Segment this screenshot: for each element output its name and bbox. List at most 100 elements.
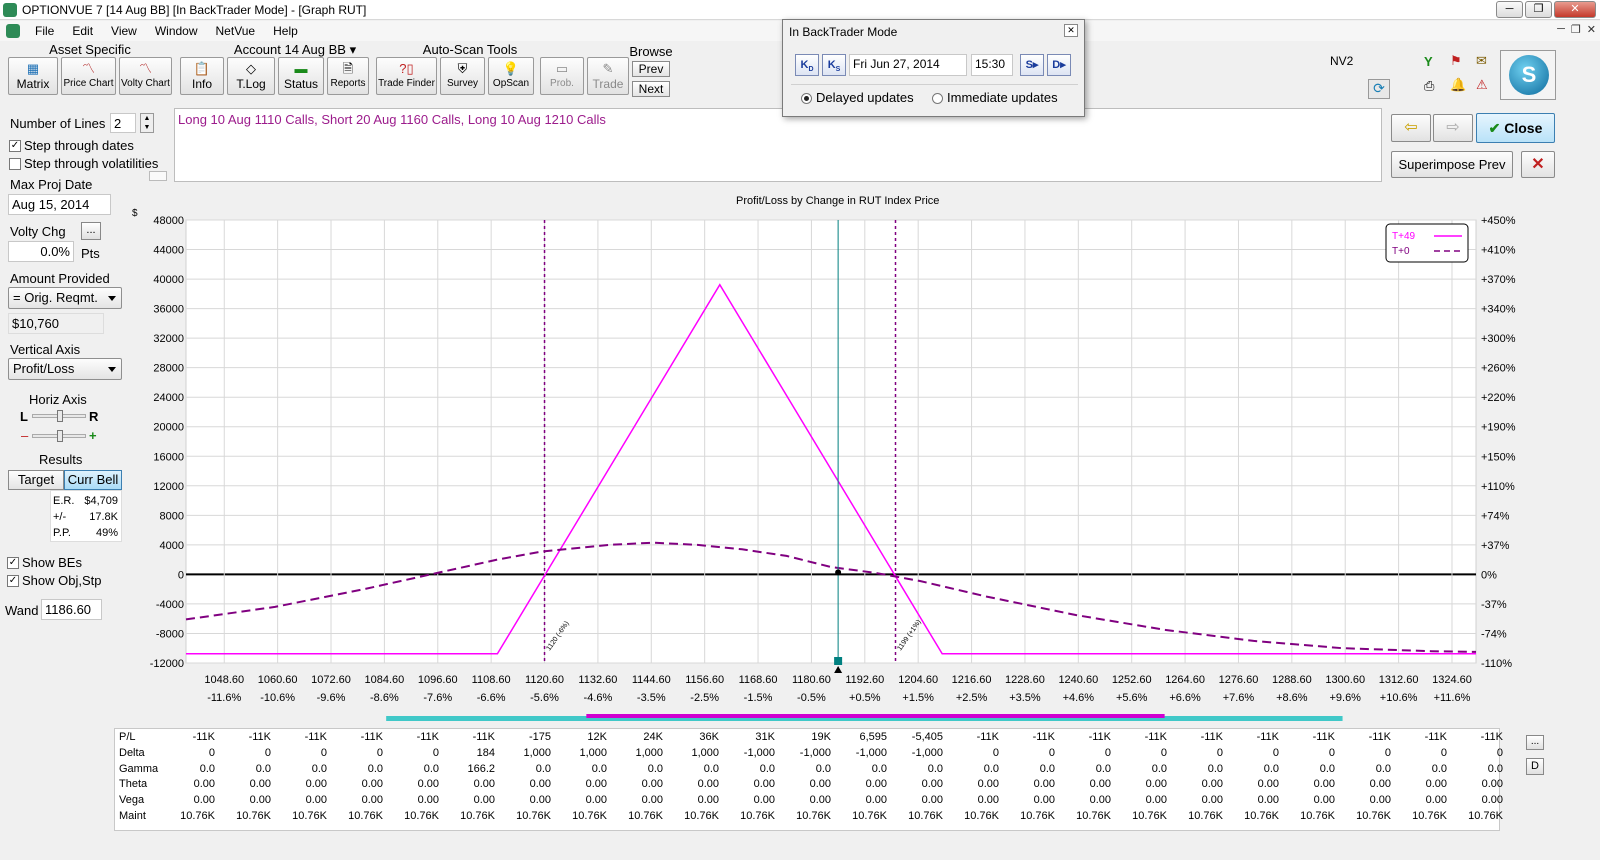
y-tick-label-right: +74% [1481,510,1510,522]
table-d-button[interactable]: D [1526,758,1544,775]
table-cell: 0 [1216,746,1223,759]
volty-chg-options-button[interactable]: ... [81,222,101,240]
pm-label: +/- [53,511,67,523]
prob-button[interactable]: ▭ Prob. [540,57,584,95]
flag-icon[interactable]: ⚑ [1450,53,1462,69]
price-chart-button[interactable]: 〽 Price Chart [61,57,116,95]
table-cell: 0.00 [697,778,719,791]
price-chart-icon: 〽 [81,61,95,76]
backtrader-date[interactable]: Fri Jun 27, 2014 [849,54,967,76]
update-mode-group: Delayed updates Immediate updates [791,84,1078,112]
show-bes-checkbox[interactable]: ✓ [7,557,19,569]
alert-icon[interactable]: ⚠ [1476,77,1488,93]
table-cell: -11K [416,731,439,743]
volty-chart-icon: 〽 [138,61,152,76]
clear-superimpose-button[interactable]: ✕ [1521,151,1555,178]
mdi-minimize-button[interactable]: ─ [1557,23,1565,36]
print-icon[interactable]: ⎙ [1424,78,1434,94]
menu-file[interactable]: File [26,24,63,38]
opscan-button[interactable]: 💡 OpScan [488,57,534,95]
show-obj-checkbox[interactable]: ✓ [7,575,19,587]
menu-netvue[interactable]: NetVue [207,24,265,38]
mdi-restore-button[interactable]: ❐ [1571,23,1581,36]
vertical-axis-select[interactable]: Profit/Loss [8,358,122,380]
forward-arrow-button[interactable]: ⇨ [1433,114,1473,142]
matrix-button[interactable]: ▦ Matrix [8,57,58,95]
wand-input[interactable]: 1186.60 [41,599,102,620]
legend-t0: T+0 [1392,246,1410,257]
target-tab[interactable]: Target [8,470,64,490]
reports-button[interactable]: 🗎 Reports [327,57,369,95]
close-window-button[interactable]: ✕ [1554,1,1596,18]
close-button[interactable]: ✔ Close [1476,113,1555,143]
amount-provided-select[interactable]: = Orig. Reqmt. [8,287,122,309]
dialog-close-button[interactable]: ✕ [1064,24,1078,37]
menu-edit[interactable]: Edit [63,24,102,38]
volty-chg-input[interactable]: 0.0% [8,241,74,262]
survey-button[interactable]: ⛨ Survey [440,57,485,95]
table-row-label: Maint [119,810,146,822]
max-proj-date-input[interactable]: Aug 15, 2014 [8,194,111,215]
delayed-radio[interactable] [801,93,812,104]
position-description[interactable]: Long 10 Aug 1110 Calls, Short 20 Aug 116… [149,108,1382,182]
step-volatilities-checkbox[interactable] [9,158,21,170]
bell-icon[interactable]: 🔔 [1450,77,1466,93]
refresh-icon[interactable]: ⟳ [1368,79,1390,99]
wand-marker[interactable] [834,657,843,665]
plot-area [185,219,1477,664]
expand-description-button[interactable] [149,171,167,181]
menu-view[interactable]: View [102,24,146,38]
table-cell: 10.76K [1132,810,1167,822]
back-day-button[interactable]: KD [795,54,819,76]
note-icon[interactable]: ✉ [1476,53,1487,69]
step-dates-checkbox[interactable]: ✓ [9,140,21,152]
table-cell: 0.0 [311,762,327,775]
delayed-label: Delayed updates [816,90,914,105]
lines-spinner[interactable]: ▲ ▼ [140,113,154,133]
immediate-radio[interactable] [932,93,943,104]
forward-step-button[interactable]: S▸ [1020,54,1044,76]
table-cell: -11K [976,731,999,743]
table-cell: 0.00 [249,794,271,807]
next-button[interactable]: Next [632,81,670,97]
pl-chart[interactable]: Profit/Loss by Change in RUT Index Price… [126,188,1558,722]
superimpose-prev-button[interactable]: Superimpose Prev [1391,151,1513,178]
table-cell: 0.00 [1313,794,1335,807]
table-cell: 6,595 [859,731,887,743]
x-tick-label: 1168.60 [739,674,778,686]
account-label[interactable]: Account 14 Aug BB ▾ [225,42,365,58]
results-label: Results [39,452,83,467]
table-cell: 0.0 [647,762,663,775]
left-arrow-icon: ⇦ [1404,119,1418,136]
curr-bell-tab[interactable]: Curr Bell [64,470,122,490]
prev-button[interactable]: Prev [632,61,670,77]
menu-window[interactable]: Window [146,24,207,38]
backtrader-time[interactable]: 15:30 [971,54,1013,76]
number-of-lines-input[interactable]: 2 [110,113,136,133]
table-cell: 184 [476,746,495,759]
y-icon[interactable]: Y [1424,54,1433,69]
mdi-close-button[interactable]: ✕ [1587,23,1596,36]
bell-bar-inner [586,714,1165,718]
volty-chart-button[interactable]: 〽 Volty Chart [119,57,172,95]
x-tick-pct: +7.6% [1223,692,1255,704]
minimize-button[interactable]: ─ [1496,1,1523,18]
table-cell: 10.76K [348,810,383,822]
back-arrow-button[interactable]: ⇦ [1391,114,1431,142]
trade-button[interactable]: ✎ Trade [587,57,629,95]
menu-help[interactable]: Help [264,24,307,38]
info-button[interactable]: 📋 Info [180,57,224,95]
maximize-button[interactable]: ❐ [1525,1,1552,18]
er-label: E.R. [53,495,75,507]
table-options-button[interactable]: ... [1526,735,1544,750]
back-step-button[interactable]: KS [822,54,846,76]
forward-day-button[interactable]: D▸ [1047,54,1071,76]
horiz-axis-zoom-slider[interactable] [32,430,86,442]
info-icon: 📋 [193,61,211,76]
horiz-axis-lr-slider[interactable] [32,410,86,422]
status-button[interactable]: ▬ Status [278,57,324,95]
er-value: $4,709 [84,495,118,507]
tlog-button[interactable]: ◇ T.Log [227,57,275,95]
table-cell: 31K [755,731,775,743]
trade-finder-button[interactable]: ?▯ Trade Finder [376,57,437,95]
